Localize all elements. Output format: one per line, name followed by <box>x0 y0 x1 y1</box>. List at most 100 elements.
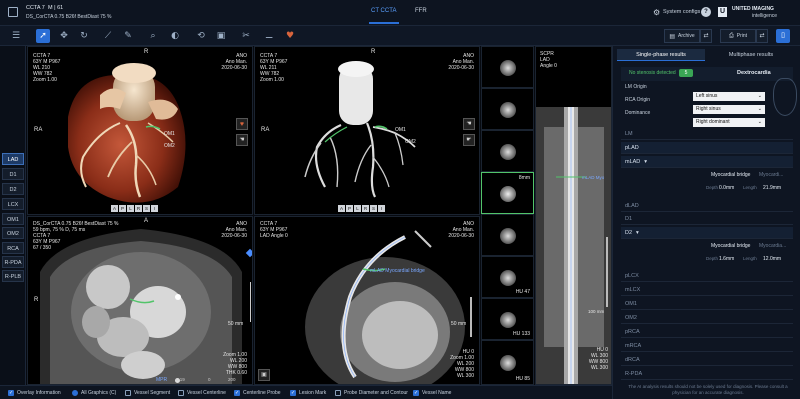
viewport-straightened-cpr[interactable]: SCPR LAD Angle 0 mLAD Myo 100 mm HU 0 WL… <box>535 46 612 385</box>
tab-ct-ccta[interactable]: CT CCTA <box>371 8 396 14</box>
vessel-nav-rca[interactable]: RCA <box>2 242 24 254</box>
scissors-icon[interactable]: ✂ <box>239 29 253 43</box>
checkbox[interactable] <box>335 390 341 396</box>
orient-a-button[interactable]: A <box>338 205 345 212</box>
tab-multiphase-results[interactable]: Multiphase results <box>707 49 795 61</box>
segment-mlad-header[interactable]: mLAD ▾ <box>621 156 793 168</box>
cross-section-6[interactable]: HU 47 <box>481 256 534 298</box>
hand-icon[interactable]: ☚ <box>236 134 248 146</box>
hand-icon[interactable]: ☛ <box>463 134 475 146</box>
orient-a-button[interactable]: A <box>111 205 118 212</box>
segment-lm[interactable]: LM <box>621 128 793 140</box>
checkbox[interactable] <box>125 390 131 396</box>
layout-toggle-button[interactable]: ▯ <box>776 29 790 43</box>
cursor-icon[interactable]: ➚ <box>36 29 50 43</box>
segment-d1[interactable]: D1 <box>621 213 793 225</box>
orient-l-button[interactable]: L <box>354 205 361 212</box>
magnifier-icon[interactable]: ⌕ <box>146 29 160 43</box>
archive-button[interactable]: ▤ Archive <box>664 29 700 43</box>
option-vessel-name[interactable]: ✓ Vessel Name <box>413 389 451 397</box>
heart-orientation-icon[interactable]: ♥ <box>236 118 248 130</box>
menu-icon[interactable] <box>8 7 18 17</box>
segment-mlcx[interactable]: mLCX <box>621 284 793 296</box>
cross-section-2[interactable] <box>481 88 534 130</box>
option-lesion-mark[interactable]: ✓ Lesion Mark <box>290 389 326 397</box>
checkbox[interactable]: ✓ <box>413 390 419 396</box>
option-centerline-probe[interactable]: ✓ Centerline Probe <box>234 389 281 397</box>
segment-plad[interactable]: pLAD <box>621 142 793 154</box>
segment-dlad[interactable]: dLAD <box>621 200 793 212</box>
orient-p-button[interactable]: P <box>119 205 126 212</box>
viewport-curved-mpr[interactable]: CCTA 7 63Y M P967 LAD Angle 0 ANO Ano Ma… <box>254 216 480 385</box>
checkbox[interactable]: ✓ <box>290 390 296 396</box>
orient-i-button[interactable]: I <box>151 205 158 212</box>
cross-section-7[interactable]: HU 133 <box>481 298 534 340</box>
viewport-coronary-tree[interactable]: CCTA 7 63Y M P967 WL 211 WW 782 Zoom 1.0… <box>254 46 480 215</box>
option-vessel-segment[interactable]: Vessel Segment <box>125 389 170 397</box>
wand-icon[interactable]: ⚊ <box>262 29 276 43</box>
orient-s-button[interactable]: S <box>370 205 377 212</box>
segment-om1[interactable]: OM1 <box>621 298 793 310</box>
segment-mrca[interactable]: mRCA <box>621 340 793 352</box>
orient-s-button[interactable]: S <box>143 205 150 212</box>
help-icon[interactable]: ? <box>701 7 711 17</box>
segment-plcx[interactable]: pLCX <box>621 270 793 282</box>
orient-i-button[interactable]: I <box>378 205 385 212</box>
segment-prca[interactable]: pRCA <box>621 326 793 338</box>
vessel-nav-lad[interactable]: LAD <box>2 153 24 165</box>
orient-r-button[interactable]: R <box>135 205 142 212</box>
cross-section-5[interactable] <box>481 214 534 256</box>
segment-r-pda[interactable]: R-PDA <box>621 368 793 380</box>
gear-icon[interactable]: ⚙ <box>653 8 660 17</box>
dominance-select[interactable]: Right dominant ⌄ <box>693 118 765 127</box>
crosshair-icon[interactable]: ✥ <box>57 29 71 43</box>
heart-icon[interactable]: ♥ <box>283 29 297 43</box>
archive-options-button[interactable]: ⇄ <box>700 29 712 43</box>
option-overlay-information[interactable]: ✓ Overlay Information <box>8 389 61 397</box>
checkbox[interactable]: ✓ <box>8 390 14 396</box>
list-icon[interactable]: ☰ <box>9 29 23 43</box>
orient-p-button[interactable]: P <box>346 205 353 212</box>
checkbox[interactable]: ✓ <box>234 390 240 396</box>
lesion-annotation[interactable]: mLAD Myocardial bridge <box>370 268 425 274</box>
orient-r-button[interactable]: R <box>362 205 369 212</box>
vessel-nav-r-pda[interactable]: R-PDA <box>2 256 24 268</box>
cross-section-1[interactable] <box>481 46 534 88</box>
cross-section-4[interactable]: 8mm <box>481 172 534 214</box>
option-all-graphics[interactable]: All Graphics (C) <box>72 389 116 397</box>
segment-om2[interactable]: OM2 <box>621 312 793 324</box>
option-probe-diameter-contour[interactable]: Probe Diameter and Contour <box>335 389 408 397</box>
d2-finding-more[interactable]: Myocardia... <box>759 243 786 249</box>
system-configs-button[interactable]: System configs <box>663 9 700 15</box>
vessel-nav-d1[interactable]: D1 <box>2 168 24 180</box>
radio-button[interactable] <box>72 390 78 396</box>
vessel-nav-om1[interactable]: OM1 <box>2 213 24 225</box>
viewport-volume-rendering[interactable]: CCTA 7 63Y M P967 WL 210 WW 782 Zoom 1.0… <box>27 46 253 215</box>
lesion-annotation[interactable]: mLAD Myo <box>582 175 604 181</box>
vessel-nav-lcx[interactable]: LCX <box>2 198 24 210</box>
segment-d2-header[interactable]: D2 ▾ <box>621 227 793 239</box>
cross-section-3[interactable] <box>481 130 534 172</box>
checkbox[interactable] <box>178 390 184 396</box>
tab-ffr[interactable]: FFR <box>415 8 427 14</box>
cross-section-8[interactable]: HU 85 <box>481 340 534 385</box>
viewport-axial-mpr[interactable]: DS_CorCTA 0.75 B26f BestDiast 75 % 59 bp… <box>27 216 253 385</box>
mlad-finding-more[interactable]: Myocardi... <box>759 172 783 178</box>
rotate-3d-icon[interactable]: ⟲ <box>194 29 208 43</box>
hand-icon[interactable]: ☚ <box>463 118 475 130</box>
print-button[interactable]: ⎙ Print <box>720 29 756 43</box>
stenosis-count-badge[interactable]: 5 <box>679 69 693 77</box>
vessel-nav-r-plb[interactable]: R-PLB <box>2 270 24 282</box>
image-icon[interactable]: ▣ <box>258 369 270 381</box>
segment-drca[interactable]: dRCA <box>621 354 793 366</box>
option-vessel-centerline[interactable]: Vessel Centerline <box>178 389 226 397</box>
vessel-nav-om2[interactable]: OM2 <box>2 227 24 239</box>
tab-single-phase-results[interactable]: Single-phase results <box>617 49 705 61</box>
pencil-icon[interactable]: ✎ <box>121 29 135 43</box>
image-icon[interactable]: ▣ <box>214 29 228 43</box>
orient-l-button[interactable]: L <box>127 205 134 212</box>
window-level-icon[interactable]: ◐ <box>168 29 182 43</box>
measure-icon[interactable]: ⟋ <box>101 29 115 43</box>
print-options-button[interactable]: ⇄ <box>756 29 768 43</box>
vessel-nav-d2[interactable]: D2 <box>2 183 24 195</box>
